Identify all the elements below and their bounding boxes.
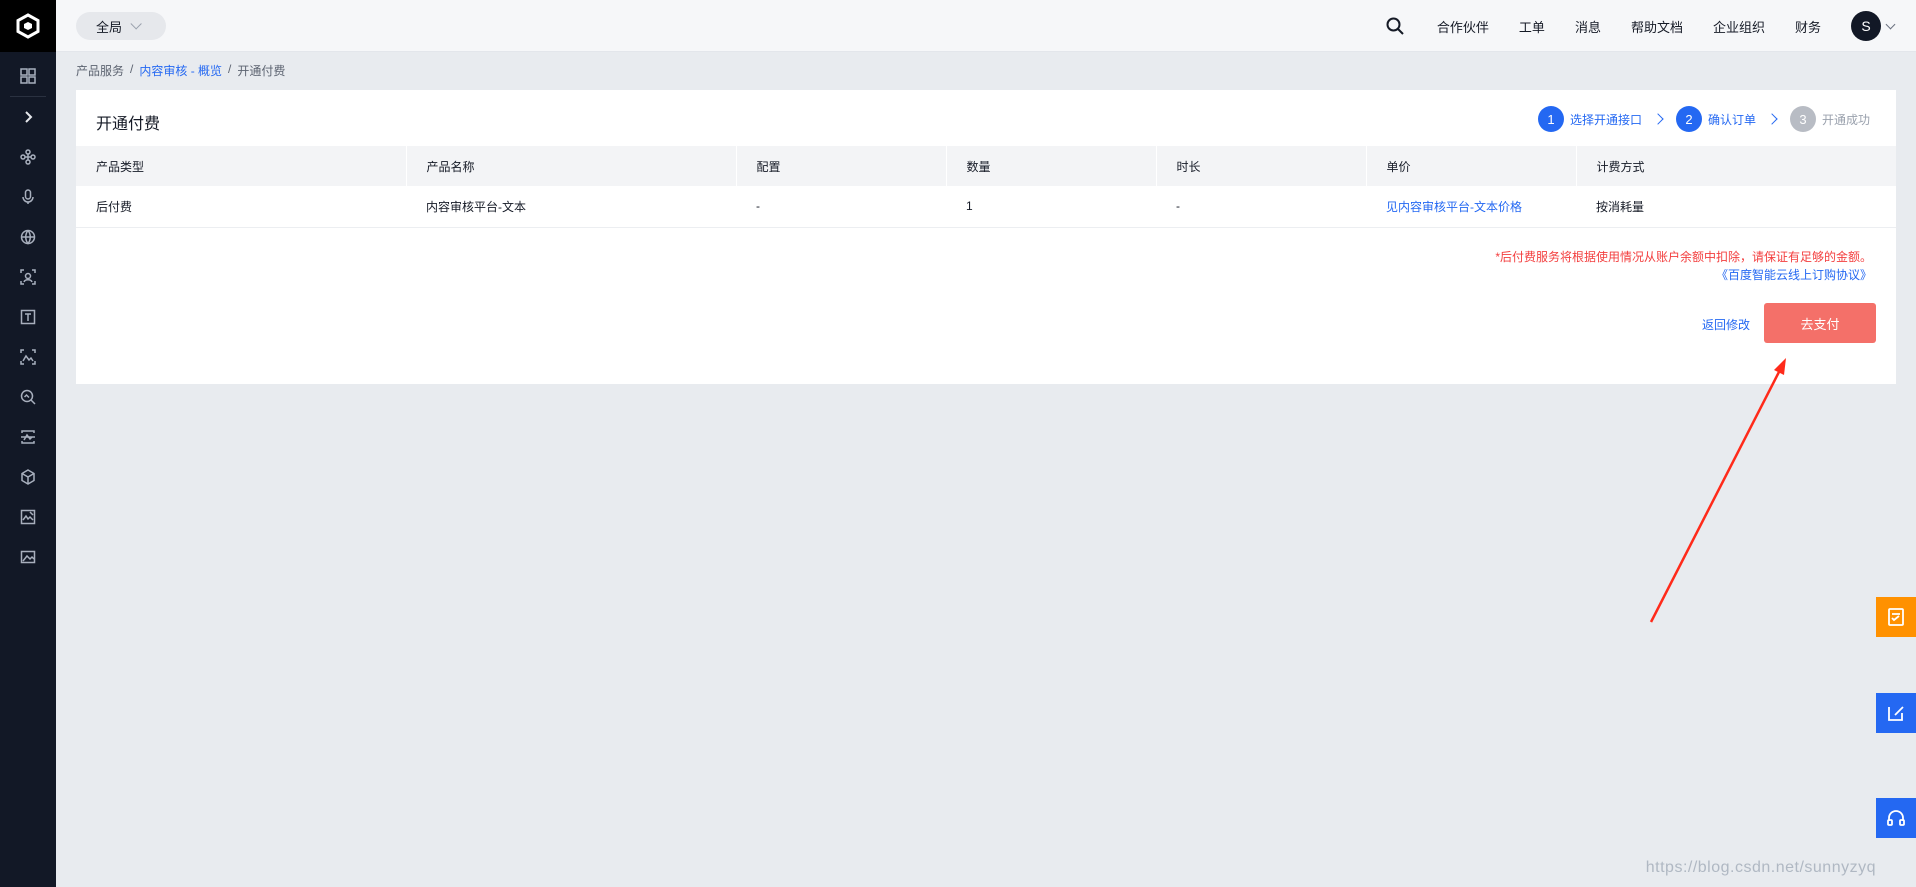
top-nav: 合作伙伴 工单 消息 帮助文档 企业组织 财务 S	[1385, 0, 1896, 52]
table-row: 后付费 内容审核平台-文本 - 1 - 见内容审核平台-文本价格 按消耗量	[76, 186, 1896, 228]
image-search-icon[interactable]	[0, 377, 56, 417]
survey-button[interactable]	[1876, 597, 1916, 637]
region-selector[interactable]: 全局	[76, 12, 166, 40]
nav-help-docs[interactable]: 帮助文档	[1631, 17, 1683, 36]
billing-notice: *后付费服务将根据使用情况从账户余额中扣除，请保证有足够的金额。 《百度智能云线…	[1495, 248, 1872, 284]
watermark: https://blog.csdn.net/sunnyzyq	[1645, 859, 1876, 876]
agreement-link[interactable]: 《百度智能云线上订购协议》	[1495, 266, 1872, 284]
step-3: 3 开通成功	[1789, 106, 1870, 132]
support-button[interactable]	[1876, 798, 1916, 838]
breadcrumb-separator: /	[130, 62, 134, 76]
cell-config: -	[736, 186, 946, 228]
image-scan-icon[interactable]	[0, 417, 56, 457]
microphone-icon[interactable]	[0, 177, 56, 217]
nav-tickets[interactable]: 工单	[1519, 17, 1545, 36]
cell-product-type: 后付费	[76, 186, 406, 228]
nav-organization[interactable]: 企业组织	[1713, 17, 1765, 36]
region-label: 全局	[96, 19, 123, 35]
headset-icon	[1887, 810, 1905, 826]
column-header: 产品名称	[405, 146, 736, 186]
step-number: 1	[1537, 106, 1564, 132]
grid-icon[interactable]	[0, 56, 56, 96]
survey-icon	[1888, 608, 1904, 626]
face-scan-icon[interactable]	[0, 257, 56, 297]
step-number: 3	[1789, 106, 1816, 132]
step-label: 选择开通接口	[1569, 112, 1642, 127]
step-label: 开通成功	[1821, 112, 1870, 127]
feedback-button[interactable]	[1876, 693, 1916, 733]
cell-quantity: 1	[946, 186, 1156, 228]
column-header: 时长	[1155, 146, 1366, 186]
logo[interactable]	[0, 0, 56, 52]
page-title: 开通付费	[96, 116, 161, 133]
search-icon[interactable]	[1385, 16, 1405, 36]
chevron-right-icon	[1652, 113, 1664, 125]
pay-button[interactable]: 去支付	[1764, 303, 1876, 343]
column-header: 单价	[1365, 146, 1576, 186]
cell-price-link[interactable]: 见内容审核平台-文本价格	[1366, 186, 1576, 228]
chevron-down-icon	[130, 18, 142, 30]
column-header: 数量	[945, 146, 1156, 186]
nav-messages[interactable]: 消息	[1575, 17, 1601, 36]
breadcrumb: 产品服务 / 内容审核 - 概览 / 开通付费	[76, 62, 285, 79]
top-bar: 全局 合作伙伴 工单 消息 帮助文档 企业组织 财务 S	[56, 0, 1916, 52]
left-sidebar	[0, 0, 56, 887]
chevron-right-icon	[1766, 113, 1778, 125]
column-header: 配置	[735, 146, 946, 186]
image-icon[interactable]	[0, 537, 56, 577]
table-header-row: 产品类型 产品名称 配置 数量 时长 单价 计费方式	[76, 146, 1896, 186]
cube-icon[interactable]	[0, 457, 56, 497]
network-icon[interactable]	[0, 137, 56, 177]
cell-duration: -	[1156, 186, 1366, 228]
breadcrumb-parent[interactable]: 内容审核 - 概览	[139, 62, 222, 79]
order-card: 开通付费 1 选择开通接口 2 确认订单 3 开通成功 产品类型 产品名称 配置…	[76, 90, 1896, 384]
progress-steps: 1 选择开通接口 2 确认订单 3 开通成功	[1537, 106, 1870, 132]
feedback-edit-icon	[1888, 706, 1904, 721]
globe-icon[interactable]	[0, 217, 56, 257]
text-recognition-icon[interactable]	[0, 297, 56, 337]
step-1: 1 选择开通接口	[1537, 106, 1642, 132]
breadcrumb-root: 产品服务	[76, 64, 125, 78]
breadcrumb-current: 开通付费	[237, 64, 286, 78]
image-edit-icon[interactable]	[0, 497, 56, 537]
avatar[interactable]: S	[1851, 11, 1881, 41]
step-2: 2 确认订单	[1675, 106, 1756, 132]
warning-text: *后付费服务将根据使用情况从账户余额中扣除，请保证有足够的金额。	[1495, 250, 1872, 264]
cell-billing: 按消耗量	[1576, 186, 1896, 228]
expand-icon[interactable]	[0, 97, 56, 137]
column-header: 计费方式	[1575, 146, 1896, 186]
cube-logo-icon	[16, 13, 40, 39]
nav-partners[interactable]: 合作伙伴	[1437, 17, 1489, 36]
step-number: 2	[1675, 106, 1702, 132]
breadcrumb-separator: /	[228, 62, 232, 76]
chevron-down-icon[interactable]	[1885, 19, 1896, 29]
cell-product-name: 内容审核平台-文本	[406, 186, 736, 228]
image-face-icon[interactable]	[0, 337, 56, 377]
order-table: 产品类型 产品名称 配置 数量 时长 单价 计费方式 后付费 内容审核平台-文本…	[76, 146, 1896, 228]
column-header: 产品类型	[76, 146, 406, 186]
back-to-edit-link[interactable]: 返回修改	[1702, 316, 1750, 333]
step-label: 确认订单	[1707, 112, 1756, 127]
nav-finance[interactable]: 财务	[1795, 17, 1821, 36]
